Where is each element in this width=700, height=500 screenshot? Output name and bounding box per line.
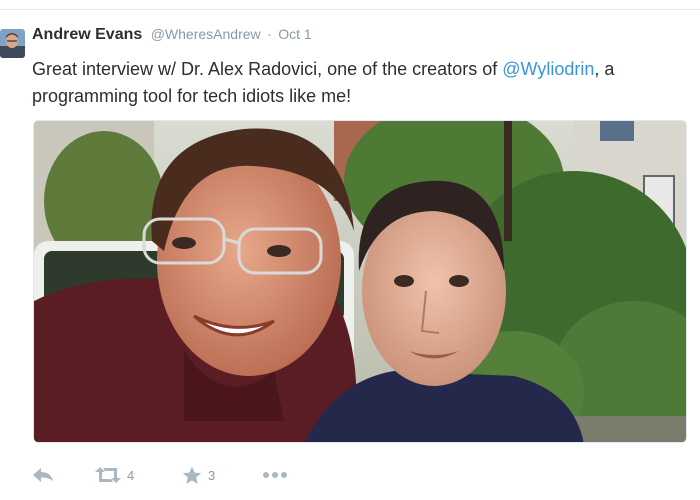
- mention-link[interactable]: @Wyliodrin: [502, 59, 594, 79]
- star-icon: [182, 466, 202, 485]
- tweet-text-part1: Great interview w/ Dr. Alex Radovici, on…: [32, 59, 503, 79]
- reply-button[interactable]: [32, 462, 54, 488]
- divider: [0, 9, 700, 10]
- tweet-photo[interactable]: [33, 120, 687, 443]
- avatar[interactable]: [0, 29, 25, 58]
- more-button[interactable]: [262, 462, 288, 488]
- tweet-text: Great interview w/ Dr. Alex Radovici, on…: [32, 56, 692, 110]
- favorite-count: 3: [208, 467, 216, 483]
- reply-icon: [32, 467, 54, 483]
- retweet-count: 4: [127, 467, 135, 483]
- more-icon: [262, 471, 288, 479]
- tweet-header: Andrew Evans @WheresAndrew · Oct 1: [32, 26, 312, 48]
- retweet-button[interactable]: 4: [95, 462, 134, 488]
- tweet-timestamp[interactable]: Oct 1: [278, 26, 311, 42]
- tweet-card: Andrew Evans @WheresAndrew · Oct 1 Great…: [0, 0, 700, 500]
- retweet-icon: [95, 466, 121, 484]
- favorite-button[interactable]: 3: [182, 462, 215, 488]
- separator-dot: ·: [267, 26, 272, 42]
- author-handle[interactable]: @WheresAndrew: [151, 26, 261, 42]
- author-name[interactable]: Andrew Evans: [32, 26, 142, 43]
